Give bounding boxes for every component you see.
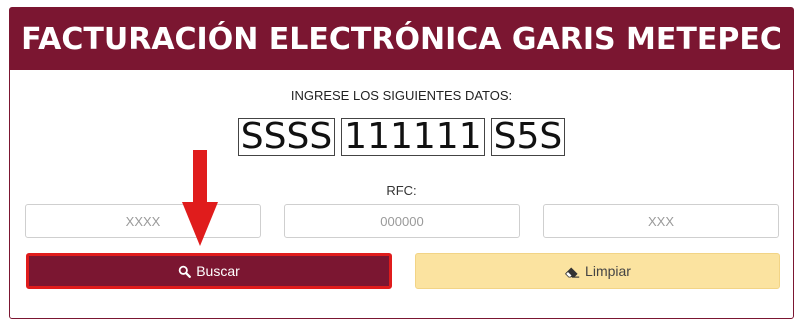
clear-button[interactable]: Limpiar xyxy=(415,253,780,289)
page-title: FACTURACIÓN ELECTRÓNICA GARIS METEPEC xyxy=(10,8,793,70)
rfc-date-input[interactable] xyxy=(284,204,520,238)
eraser-icon xyxy=(564,265,580,278)
rfc-example-part-3: S5S xyxy=(490,118,566,156)
rfc-label: RFC: xyxy=(386,183,417,198)
annotation-arrow-icon xyxy=(182,150,218,246)
rfc-example-part-2: 111111 xyxy=(341,118,485,156)
search-button[interactable]: Buscar xyxy=(26,253,392,289)
rfc-letters-input[interactable] xyxy=(25,204,261,238)
rfc-format-example: SSSS 111111 S5S xyxy=(10,118,793,156)
instructions-text: INGRESE LOS SIGUIENTES DATOS: xyxy=(290,88,513,103)
search-button-label: Buscar xyxy=(196,263,240,279)
rfc-example-part-1: SSSS xyxy=(237,118,336,156)
clear-button-label: Limpiar xyxy=(585,263,631,279)
invoice-panel: FACTURACIÓN ELECTRÓNICA GARIS METEPEC IN… xyxy=(9,7,794,319)
rfc-homoclave-input[interactable] xyxy=(543,204,779,238)
search-icon xyxy=(178,265,192,278)
